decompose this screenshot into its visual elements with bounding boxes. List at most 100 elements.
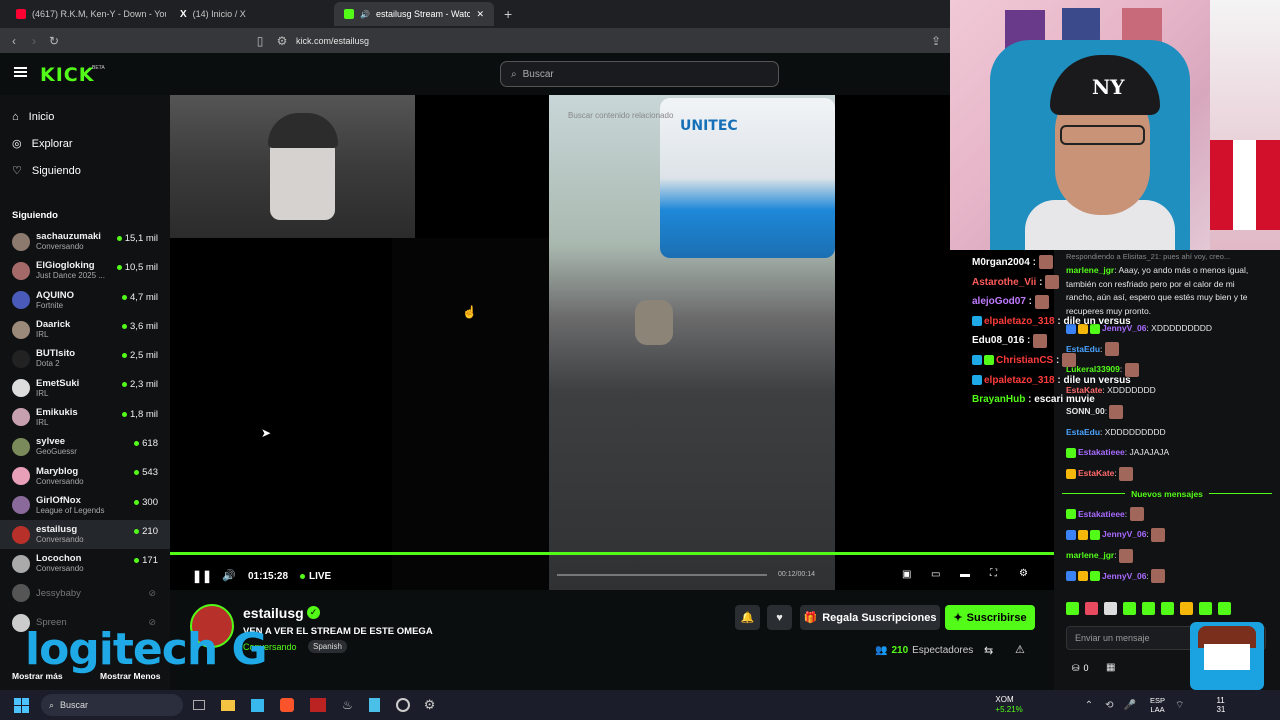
close-tab-icon[interactable]: ✕ — [476, 9, 484, 20]
pip-icon[interactable]: ▣ — [902, 569, 911, 580]
following-channel[interactable]: ElGiogloking Just Dance 2025 ... 10,5 mil — [0, 256, 170, 285]
menu-icon[interactable] — [14, 67, 27, 77]
settings-gear-icon[interactable]: ⚙ — [424, 697, 436, 713]
following-channel[interactable]: Maryblog Conversando 543 — [0, 461, 170, 490]
stock-widget[interactable]: XOM +5.21% — [995, 695, 1022, 715]
emote-bar[interactable] — [1066, 602, 1266, 618]
new-messages-divider: Nuevos mensajes — [1054, 484, 1280, 504]
avatar — [12, 467, 30, 486]
browser-tab-x[interactable]: X (14) Inicio / X — [170, 2, 330, 26]
tab-title: estailusg Stream - Watch Live — [375, 9, 471, 19]
verified-icon: ✓ — [307, 606, 320, 619]
report-icon[interactable]: ⚠ — [1015, 643, 1025, 656]
back-icon[interactable]: ‹ — [6, 34, 22, 48]
language-tag[interactable]: Spanish — [308, 640, 347, 653]
bell-icon: 🔔 — [740, 612, 755, 624]
language-indicator[interactable]: ESP LAA — [1150, 696, 1165, 714]
share-icon[interactable]: ⇪ — [928, 34, 944, 48]
obs-icon[interactable] — [395, 698, 410, 712]
browser-tab-kick[interactable]: 🔊 estailusg Stream - Watch Live ✕ — [334, 2, 494, 26]
pause-button[interactable]: ❚❚ — [192, 569, 212, 583]
following-channel[interactable]: BUTIsito Dota 2 2,5 mil — [0, 344, 170, 373]
volume-icon[interactable]: 🔊 — [222, 569, 236, 582]
theater-icon[interactable]: ▭ — [931, 569, 940, 580]
channel-name: sylvee — [36, 436, 66, 448]
star-icon: ✦ — [953, 612, 963, 624]
gift-subscriptions-button[interactable]: 🎁 Regala Suscripciones — [800, 605, 940, 630]
settings-gear-icon[interactable]: ⚙ — [1019, 568, 1028, 579]
clock[interactable]: 11 31 — [1216, 696, 1225, 714]
reload-icon[interactable]: ↻ — [46, 34, 62, 48]
site-info-icon[interactable]: ⚙ — [274, 34, 290, 48]
following-channel[interactable]: sachauzumaki Conversando 15,1 mil — [0, 227, 170, 256]
following-channel[interactable]: EmetSuki IRL 2,3 mil — [0, 373, 170, 402]
chat-settings-icon[interactable]: ▦ — [1106, 662, 1115, 673]
bookmark-icon[interactable]: ▯ — [252, 34, 268, 48]
tab-title: (4617) R.K.M, Ken-Y - Down - YouTube — [32, 9, 166, 19]
windows-start-icon[interactable] — [14, 697, 29, 713]
clip-scrubber — [557, 574, 767, 576]
avatar — [12, 554, 30, 573]
peru-flag — [1210, 140, 1280, 230]
network-icon[interactable]: ⟲ — [1105, 700, 1113, 711]
following-channel[interactable]: sylvee GeoGuessr 618 — [0, 432, 170, 461]
follow-button[interactable]: ♥ — [767, 605, 792, 630]
kick-logo[interactable]: KICK — [40, 64, 94, 86]
chat-message: JennyV_06: — [1054, 566, 1280, 587]
following-channel[interactable]: Emikukis IRL 1,8 mil — [0, 403, 170, 432]
following-heading: Siguiendo — [12, 210, 58, 221]
url-field[interactable]: kick.com/estailusg — [296, 36, 369, 46]
fullscreen-icon[interactable]: ⛶ — [990, 568, 997, 579]
following-channel[interactable]: Locochon Conversando 171 — [0, 549, 170, 578]
wifi-icon[interactable]: ⌔ — [1175, 699, 1184, 712]
avatar — [12, 261, 30, 280]
notepad-icon[interactable] — [368, 698, 380, 712]
channel-name[interactable]: estailusg — [243, 605, 304, 621]
task-view-icon[interactable] — [193, 700, 205, 710]
overlay-chat-message: elpaletazo_318 : dile un versus — [972, 371, 1272, 391]
steam-icon[interactable]: ♨ — [342, 698, 353, 712]
file-explorer-icon[interactable] — [221, 699, 235, 711]
following-channel[interactable]: GirlOfNox League of Legends 300 — [0, 491, 170, 520]
channel-category: GeoGuessr — [36, 447, 77, 457]
points-icon: ⛁ — [1072, 663, 1080, 673]
channel-category: Fortnite — [36, 300, 64, 310]
search-input[interactable]: ⌕ Buscar — [500, 61, 779, 87]
channel-name: Emikukis — [36, 406, 78, 418]
new-tab-button[interactable]: + — [504, 6, 512, 22]
sidebar-nav-home[interactable]: ⌂ Inicio — [0, 103, 170, 130]
following-channel-active[interactable]: estailusg Conversando 210 — [0, 519, 170, 550]
store-icon[interactable] — [251, 698, 264, 712]
heart-icon: ♡ — [12, 165, 22, 177]
subscribe-button[interactable]: ✦ Suscribirse — [945, 605, 1035, 630]
nav-label: Explorar — [31, 137, 73, 150]
cursor-icon: ➤ — [261, 426, 272, 440]
points-display[interactable]: ⛁ 0 — [1072, 663, 1089, 674]
mic-icon[interactable]: 🎤 — [1124, 700, 1136, 711]
channel-name: Jessybaby — [36, 587, 81, 599]
viewer-count: 210 — [134, 526, 158, 537]
chat-message: EstaKate: — [1054, 463, 1280, 484]
tray-chevron-icon[interactable]: ⌃ — [1085, 700, 1093, 711]
channel-name: BUTIsito — [36, 348, 76, 360]
taskbar-search[interactable]: ⌕ Buscar — [41, 694, 183, 716]
sidebar-nav-following[interactable]: ♡ Siguiendo — [0, 157, 170, 184]
following-channel[interactable]: AQUINO Fortnite 4,7 mil — [0, 286, 170, 315]
following-channel-offline[interactable]: Jessybaby ⊘ — [0, 579, 170, 608]
channel-name: estailusg — [36, 524, 78, 536]
browser-tab-youtube[interactable]: (4617) R.K.M, Ken-Y - Down - YouTube — [6, 2, 166, 26]
following-channel[interactable]: Daarick IRL 3,6 mil — [0, 315, 170, 344]
sidebar-nav-explore[interactable]: ◎ Explorar — [0, 130, 170, 157]
chat-message: EstaEdu: XDDDDDDDDD — [1066, 426, 1166, 437]
mini-player-icon[interactable]: ▬ — [960, 569, 970, 580]
share-icon[interactable]: ⇆ — [984, 644, 993, 657]
speaker-icon: 🔊 — [360, 9, 370, 19]
notifications-button[interactable]: 🔔 — [735, 605, 760, 630]
overlay-chat-message: Astarothe_Vii : — [972, 273, 1272, 293]
forward-icon[interactable]: › — [26, 34, 42, 48]
live-progress-bar[interactable] — [170, 552, 1054, 555]
app-icon[interactable] — [310, 698, 326, 712]
brave-icon[interactable] — [280, 698, 294, 712]
avatar — [12, 584, 30, 603]
overlay-chat-message: ChristianCS : — [972, 351, 1272, 371]
